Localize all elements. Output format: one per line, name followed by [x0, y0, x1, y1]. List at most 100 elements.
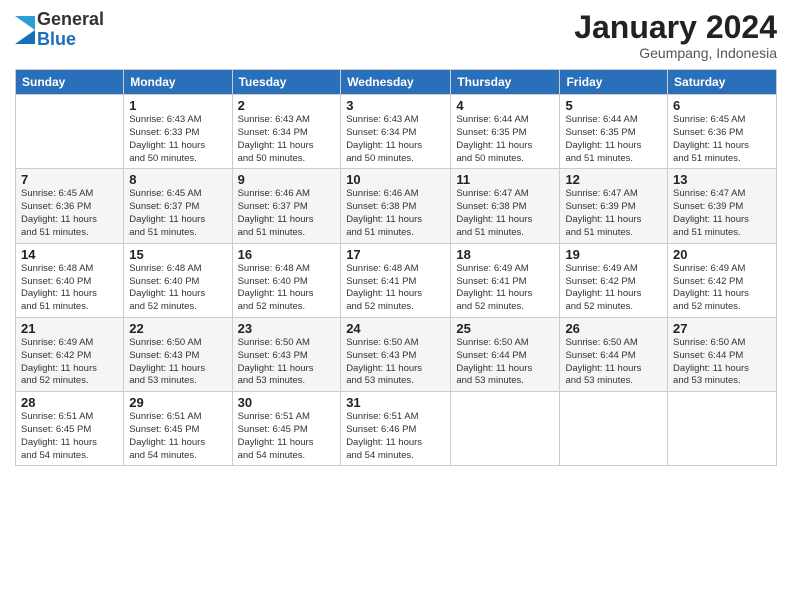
day-info: Sunrise: 6:51 AMSunset: 6:46 PMDaylight:…: [346, 411, 445, 462]
logo-text: General Blue: [37, 10, 104, 50]
day-info: Sunrise: 6:48 AMSunset: 6:41 PMDaylight:…: [346, 263, 445, 314]
table-row: 5Sunrise: 6:44 AMSunset: 6:35 PMDaylight…: [560, 95, 668, 169]
day-info: Sunrise: 6:47 AMSunset: 6:38 PMDaylight:…: [456, 188, 554, 239]
calendar-week-row: 28Sunrise: 6:51 AMSunset: 6:45 PMDayligh…: [16, 392, 777, 466]
day-number: 22: [129, 321, 226, 336]
calendar-week-row: 7Sunrise: 6:45 AMSunset: 6:36 PMDaylight…: [16, 169, 777, 243]
table-row: 18Sunrise: 6:49 AMSunset: 6:41 PMDayligh…: [451, 243, 560, 317]
day-info: Sunrise: 6:45 AMSunset: 6:36 PMDaylight:…: [21, 188, 118, 239]
day-info: Sunrise: 6:49 AMSunset: 6:42 PMDaylight:…: [565, 263, 662, 314]
header-friday: Friday: [560, 70, 668, 95]
day-number: 23: [238, 321, 336, 336]
table-row: 12Sunrise: 6:47 AMSunset: 6:39 PMDayligh…: [560, 169, 668, 243]
day-info: Sunrise: 6:50 AMSunset: 6:44 PMDaylight:…: [456, 337, 554, 388]
day-number: 4: [456, 98, 554, 113]
day-info: Sunrise: 6:49 AMSunset: 6:41 PMDaylight:…: [456, 263, 554, 314]
day-number: 14: [21, 247, 118, 262]
header-tuesday: Tuesday: [232, 70, 341, 95]
day-info: Sunrise: 6:45 AMSunset: 6:36 PMDaylight:…: [673, 114, 771, 165]
day-info: Sunrise: 6:44 AMSunset: 6:35 PMDaylight:…: [565, 114, 662, 165]
day-number: 31: [346, 395, 445, 410]
day-info: Sunrise: 6:43 AMSunset: 6:33 PMDaylight:…: [129, 114, 226, 165]
day-number: 24: [346, 321, 445, 336]
header: General Blue January 2024 Geumpang, Indo…: [15, 10, 777, 61]
day-info: Sunrise: 6:51 AMSunset: 6:45 PMDaylight:…: [129, 411, 226, 462]
day-info: Sunrise: 6:48 AMSunset: 6:40 PMDaylight:…: [129, 263, 226, 314]
table-row: 27Sunrise: 6:50 AMSunset: 6:44 PMDayligh…: [668, 317, 777, 391]
table-row: 1Sunrise: 6:43 AMSunset: 6:33 PMDaylight…: [124, 95, 232, 169]
table-row: 26Sunrise: 6:50 AMSunset: 6:44 PMDayligh…: [560, 317, 668, 391]
table-row: 19Sunrise: 6:49 AMSunset: 6:42 PMDayligh…: [560, 243, 668, 317]
table-row: 17Sunrise: 6:48 AMSunset: 6:41 PMDayligh…: [341, 243, 451, 317]
day-number: 6: [673, 98, 771, 113]
table-row: 31Sunrise: 6:51 AMSunset: 6:46 PMDayligh…: [341, 392, 451, 466]
table-row: 6Sunrise: 6:45 AMSunset: 6:36 PMDaylight…: [668, 95, 777, 169]
table-row: 10Sunrise: 6:46 AMSunset: 6:38 PMDayligh…: [341, 169, 451, 243]
table-row: 28Sunrise: 6:51 AMSunset: 6:45 PMDayligh…: [16, 392, 124, 466]
header-monday: Monday: [124, 70, 232, 95]
day-number: 20: [673, 247, 771, 262]
day-info: Sunrise: 6:48 AMSunset: 6:40 PMDaylight:…: [21, 263, 118, 314]
day-number: 28: [21, 395, 118, 410]
day-number: 30: [238, 395, 336, 410]
calendar-week-row: 14Sunrise: 6:48 AMSunset: 6:40 PMDayligh…: [16, 243, 777, 317]
table-row: 25Sunrise: 6:50 AMSunset: 6:44 PMDayligh…: [451, 317, 560, 391]
calendar-week-row: 21Sunrise: 6:49 AMSunset: 6:42 PMDayligh…: [16, 317, 777, 391]
table-row: 9Sunrise: 6:46 AMSunset: 6:37 PMDaylight…: [232, 169, 341, 243]
table-row: 22Sunrise: 6:50 AMSunset: 6:43 PMDayligh…: [124, 317, 232, 391]
day-number: 3: [346, 98, 445, 113]
table-row: 29Sunrise: 6:51 AMSunset: 6:45 PMDayligh…: [124, 392, 232, 466]
table-row: 2Sunrise: 6:43 AMSunset: 6:34 PMDaylight…: [232, 95, 341, 169]
day-info: Sunrise: 6:50 AMSunset: 6:43 PMDaylight:…: [129, 337, 226, 388]
table-row: 30Sunrise: 6:51 AMSunset: 6:45 PMDayligh…: [232, 392, 341, 466]
day-number: 9: [238, 172, 336, 187]
day-number: 29: [129, 395, 226, 410]
day-number: 16: [238, 247, 336, 262]
table-row: [451, 392, 560, 466]
logo-icon: [15, 16, 35, 44]
day-info: Sunrise: 6:45 AMSunset: 6:37 PMDaylight:…: [129, 188, 226, 239]
day-number: 26: [565, 321, 662, 336]
day-info: Sunrise: 6:46 AMSunset: 6:37 PMDaylight:…: [238, 188, 336, 239]
table-row: 13Sunrise: 6:47 AMSunset: 6:39 PMDayligh…: [668, 169, 777, 243]
table-row: 15Sunrise: 6:48 AMSunset: 6:40 PMDayligh…: [124, 243, 232, 317]
page-container: General Blue January 2024 Geumpang, Indo…: [0, 0, 792, 612]
day-info: Sunrise: 6:44 AMSunset: 6:35 PMDaylight:…: [456, 114, 554, 165]
table-row: 21Sunrise: 6:49 AMSunset: 6:42 PMDayligh…: [16, 317, 124, 391]
day-number: 18: [456, 247, 554, 262]
logo-general: General: [37, 10, 104, 30]
table-row: 23Sunrise: 6:50 AMSunset: 6:43 PMDayligh…: [232, 317, 341, 391]
location-subtitle: Geumpang, Indonesia: [574, 45, 777, 61]
table-row: [668, 392, 777, 466]
header-saturday: Saturday: [668, 70, 777, 95]
day-number: 25: [456, 321, 554, 336]
logo-blue: Blue: [37, 30, 104, 50]
table-row: 4Sunrise: 6:44 AMSunset: 6:35 PMDaylight…: [451, 95, 560, 169]
calendar-table: Sunday Monday Tuesday Wednesday Thursday…: [15, 69, 777, 466]
day-info: Sunrise: 6:47 AMSunset: 6:39 PMDaylight:…: [673, 188, 771, 239]
day-info: Sunrise: 6:46 AMSunset: 6:38 PMDaylight:…: [346, 188, 445, 239]
logo: General Blue: [15, 10, 104, 50]
day-info: Sunrise: 6:49 AMSunset: 6:42 PMDaylight:…: [673, 263, 771, 314]
day-info: Sunrise: 6:51 AMSunset: 6:45 PMDaylight:…: [21, 411, 118, 462]
day-number: 2: [238, 98, 336, 113]
day-number: 21: [21, 321, 118, 336]
table-row: [16, 95, 124, 169]
day-number: 19: [565, 247, 662, 262]
title-block: January 2024 Geumpang, Indonesia: [574, 10, 777, 61]
day-number: 8: [129, 172, 226, 187]
day-info: Sunrise: 6:50 AMSunset: 6:44 PMDaylight:…: [565, 337, 662, 388]
day-number: 12: [565, 172, 662, 187]
header-wednesday: Wednesday: [341, 70, 451, 95]
day-number: 17: [346, 247, 445, 262]
table-row: 20Sunrise: 6:49 AMSunset: 6:42 PMDayligh…: [668, 243, 777, 317]
calendar-header-row: Sunday Monday Tuesday Wednesday Thursday…: [16, 70, 777, 95]
table-row: 14Sunrise: 6:48 AMSunset: 6:40 PMDayligh…: [16, 243, 124, 317]
day-number: 27: [673, 321, 771, 336]
day-info: Sunrise: 6:51 AMSunset: 6:45 PMDaylight:…: [238, 411, 336, 462]
header-thursday: Thursday: [451, 70, 560, 95]
day-number: 15: [129, 247, 226, 262]
table-row: 8Sunrise: 6:45 AMSunset: 6:37 PMDaylight…: [124, 169, 232, 243]
month-year-title: January 2024: [574, 10, 777, 45]
table-row: 3Sunrise: 6:43 AMSunset: 6:34 PMDaylight…: [341, 95, 451, 169]
